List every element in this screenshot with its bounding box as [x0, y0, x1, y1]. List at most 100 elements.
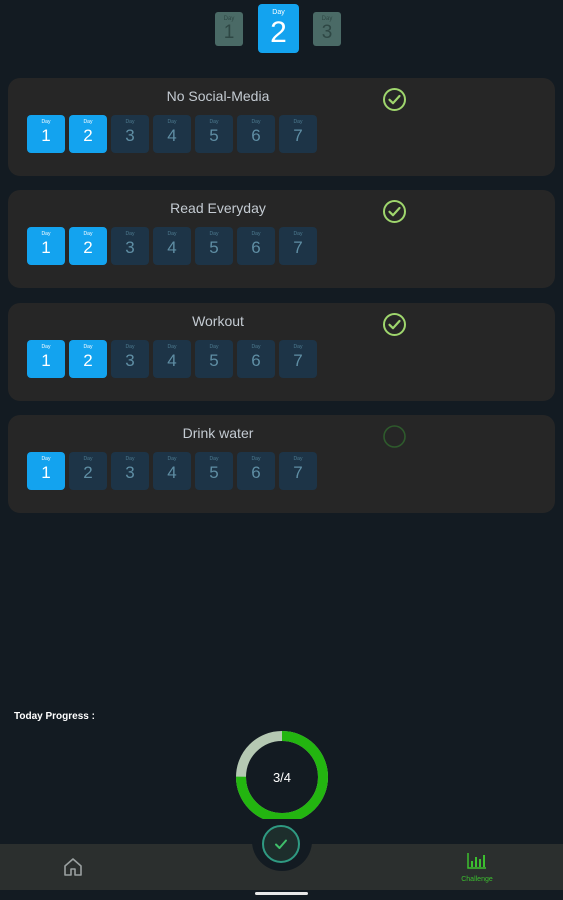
- today-progress-label: Today Progress :: [14, 711, 95, 722]
- nav-challenge-label: Challenge: [461, 876, 493, 883]
- habit-day-box[interactable]: Day 4: [153, 340, 191, 378]
- day-label: Day: [209, 119, 219, 125]
- complete-fab-button[interactable]: [262, 825, 300, 863]
- day-number: 6: [251, 126, 261, 145]
- day-label: Day: [125, 231, 135, 237]
- habit-day-box[interactable]: Day 1: [27, 227, 65, 265]
- habit-day-box[interactable]: Day 2: [69, 340, 107, 378]
- day-number: 5: [209, 463, 219, 482]
- habit-day-box[interactable]: Day 6: [237, 115, 275, 153]
- habit-title: Read Everyday: [170, 200, 266, 216]
- habit-day-box[interactable]: Day 1: [27, 340, 65, 378]
- check-circle-icon[interactable]: [382, 199, 407, 224]
- habit-day-box[interactable]: Day 3: [111, 115, 149, 153]
- day-number: 4: [167, 351, 177, 370]
- habit-day-box[interactable]: Day 5: [195, 340, 233, 378]
- habit-day-box[interactable]: Day 2: [69, 452, 107, 490]
- day-number: 7: [293, 126, 303, 145]
- nav-challenge-button[interactable]: Challenge: [452, 852, 502, 888]
- day-number: 6: [251, 351, 261, 370]
- habit-day-box[interactable]: Day 5: [195, 452, 233, 490]
- day-label: Day: [209, 456, 219, 462]
- day-number: 3: [125, 463, 135, 482]
- day-label: Day: [41, 456, 51, 462]
- habit-title: No Social-Media: [166, 88, 270, 104]
- day-number: 3: [321, 22, 333, 43]
- habit-card: Read Everyday Day 1 Day 2 Day 3 Day 4 Day 5 Day 6 Day…: [8, 190, 555, 288]
- day-label: Day: [83, 456, 93, 462]
- day-label: Day: [293, 231, 303, 237]
- nav-home-button[interactable]: [62, 856, 84, 878]
- habit-card: Drink water Day 1 Day 2 Day 3 Day 4 Day 5 Day 6 Day 7: [8, 415, 555, 513]
- empty-circle-icon[interactable]: [382, 424, 407, 449]
- day-label: Day: [41, 231, 51, 237]
- day-label: Day: [293, 119, 303, 125]
- progress-ring-text: 3/4: [272, 769, 292, 785]
- check-circle-icon[interactable]: [382, 312, 407, 337]
- day-selector-next[interactable]: Day 3: [313, 12, 341, 46]
- system-home-indicator[interactable]: [255, 892, 308, 895]
- habit-day-box[interactable]: Day 1: [27, 115, 65, 153]
- habit-day-box[interactable]: Day 2: [69, 115, 107, 153]
- day-label: Day: [41, 344, 51, 350]
- day-number: 1: [41, 351, 51, 370]
- habit-day-box[interactable]: Day 7: [279, 452, 317, 490]
- day-selector: Day 1 Day 2 Day 3: [0, 0, 563, 60]
- check-circle-icon[interactable]: [382, 87, 407, 112]
- day-selector-prev[interactable]: Day 1: [215, 12, 243, 46]
- day-selector-current[interactable]: Day 2: [258, 4, 299, 53]
- day-number: 3: [125, 238, 135, 257]
- day-label: Day: [125, 119, 135, 125]
- day-number: 5: [209, 351, 219, 370]
- habit-day-box[interactable]: Day 6: [237, 452, 275, 490]
- habit-day-box[interactable]: Day 3: [111, 452, 149, 490]
- day-label: Day: [125, 344, 135, 350]
- day-number: 1: [41, 126, 51, 145]
- day-label: Day: [83, 119, 93, 125]
- day-number: 4: [167, 126, 177, 145]
- habit-day-box[interactable]: Day 4: [153, 452, 191, 490]
- day-label: Day: [167, 231, 177, 237]
- habit-day-box[interactable]: Day 3: [111, 227, 149, 265]
- habit-day-box[interactable]: Day 7: [279, 115, 317, 153]
- habit-day-box[interactable]: Day 1: [27, 452, 65, 490]
- habit-day-box[interactable]: Day 5: [195, 115, 233, 153]
- day-label: Day: [167, 456, 177, 462]
- day-number: 2: [83, 463, 93, 482]
- day-number: 4: [167, 463, 177, 482]
- day-label: Day: [209, 344, 219, 350]
- day-number: 3: [125, 351, 135, 370]
- habit-title: Workout: [192, 313, 244, 329]
- day-label: Day: [293, 456, 303, 462]
- habit-day-box[interactable]: Day 2: [69, 227, 107, 265]
- habit-day-box[interactable]: Day 7: [279, 340, 317, 378]
- day-number: 2: [83, 238, 93, 257]
- day-number: 2: [83, 126, 93, 145]
- progress-ring: 3/4: [234, 729, 330, 825]
- day-number: 2: [83, 351, 93, 370]
- habit-day-box[interactable]: Day 6: [237, 227, 275, 265]
- day-number: 1: [41, 238, 51, 257]
- habit-day-box[interactable]: Day 6: [237, 340, 275, 378]
- habit-day-box[interactable]: Day 5: [195, 227, 233, 265]
- day-label: Day: [251, 231, 261, 237]
- day-label: Day: [125, 456, 135, 462]
- habit-day-box[interactable]: Day 4: [153, 115, 191, 153]
- day-number: 6: [251, 463, 261, 482]
- habit-card: Workout Day 1 Day 2 Day 3 Day 4 Day 5 Day 6 Day 7: [8, 303, 555, 401]
- habit-day-box[interactable]: Day 3: [111, 340, 149, 378]
- day-label: Day: [251, 456, 261, 462]
- day-label: Day: [251, 344, 261, 350]
- habit-tracker-screen: Day 1 Day 2 Day 3 No Social-Media Day 1 Day…: [0, 0, 563, 900]
- day-label: Day: [41, 119, 51, 125]
- day-number: 1: [41, 463, 51, 482]
- home-icon: [64, 858, 82, 876]
- day-number: 2: [270, 16, 287, 49]
- day-number: 6: [251, 238, 261, 257]
- day-number: 7: [293, 351, 303, 370]
- habit-day-box[interactable]: Day 4: [153, 227, 191, 265]
- habit-card: No Social-Media Day 1 Day 2 Day 3 Day 4 Day 5 Day 6 D…: [8, 78, 555, 176]
- day-label: Day: [83, 231, 93, 237]
- habit-day-box[interactable]: Day 7: [279, 227, 317, 265]
- day-label: Day: [167, 344, 177, 350]
